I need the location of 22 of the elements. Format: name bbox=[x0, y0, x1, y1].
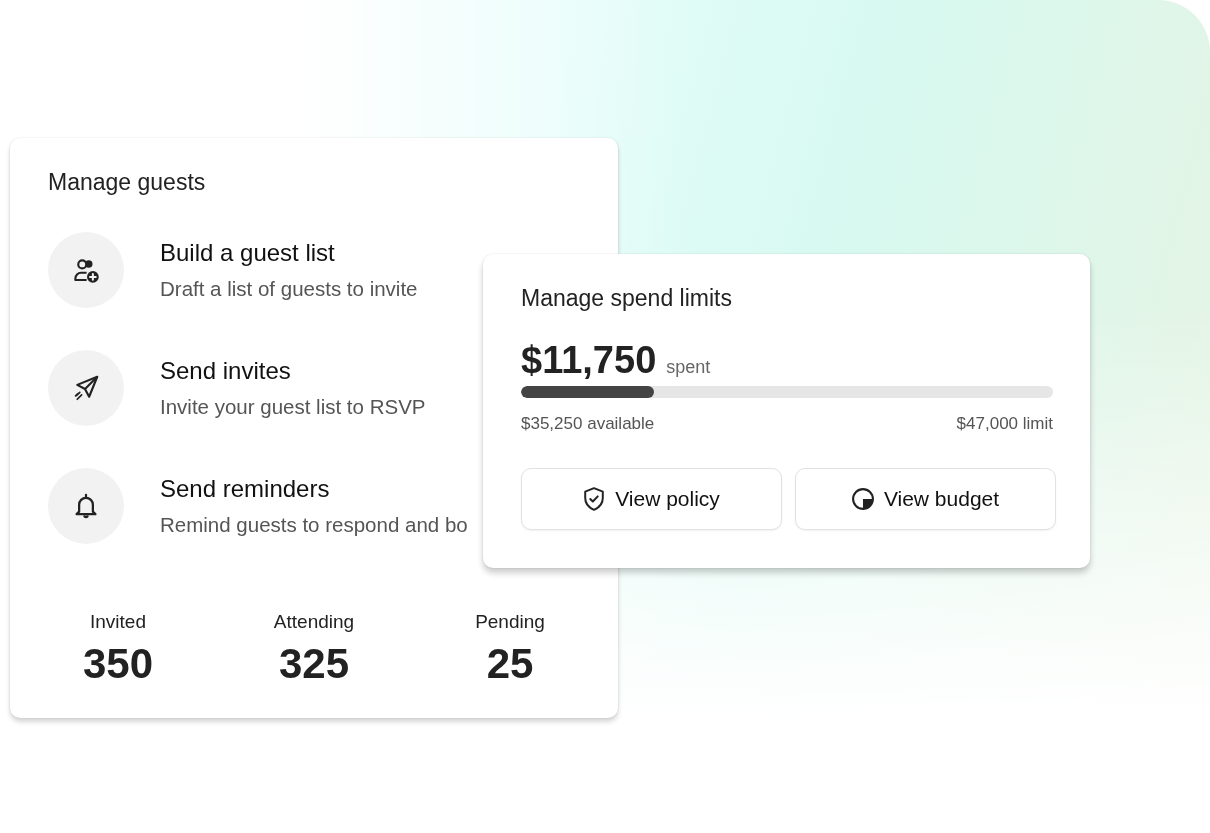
action-description: Invite your guest list to RSVP bbox=[160, 394, 426, 420]
spent-label: spent bbox=[666, 357, 711, 378]
action-description: Draft a list of guests to invite bbox=[160, 276, 418, 302]
stat-label: Pending bbox=[475, 610, 545, 633]
stat-label: Attending bbox=[273, 610, 355, 633]
shield-check-icon bbox=[583, 487, 606, 511]
card-title: Manage guests bbox=[48, 168, 207, 196]
limit-amount: $47,000 limit bbox=[956, 413, 1053, 435]
available-amount: $35,250 available bbox=[521, 413, 655, 435]
view-policy-button[interactable]: View policy bbox=[521, 468, 782, 530]
action-title: Send invites bbox=[160, 356, 292, 386]
stat-label: Invited bbox=[90, 610, 146, 633]
stat-value: 350 bbox=[82, 640, 154, 688]
pie-chart-icon bbox=[851, 487, 874, 511]
action-description: Remind guests to respond and bo bbox=[160, 512, 468, 538]
action-title: Send reminders bbox=[160, 474, 331, 504]
action-title: Build a guest list bbox=[160, 238, 336, 268]
stat-value: 25 bbox=[486, 640, 534, 688]
stat-value: 325 bbox=[278, 640, 350, 688]
card-title: Manage spend limits bbox=[521, 284, 733, 312]
view-budget-button[interactable]: View budget bbox=[795, 468, 1056, 530]
spent-amount: $11,750 bbox=[521, 338, 657, 382]
